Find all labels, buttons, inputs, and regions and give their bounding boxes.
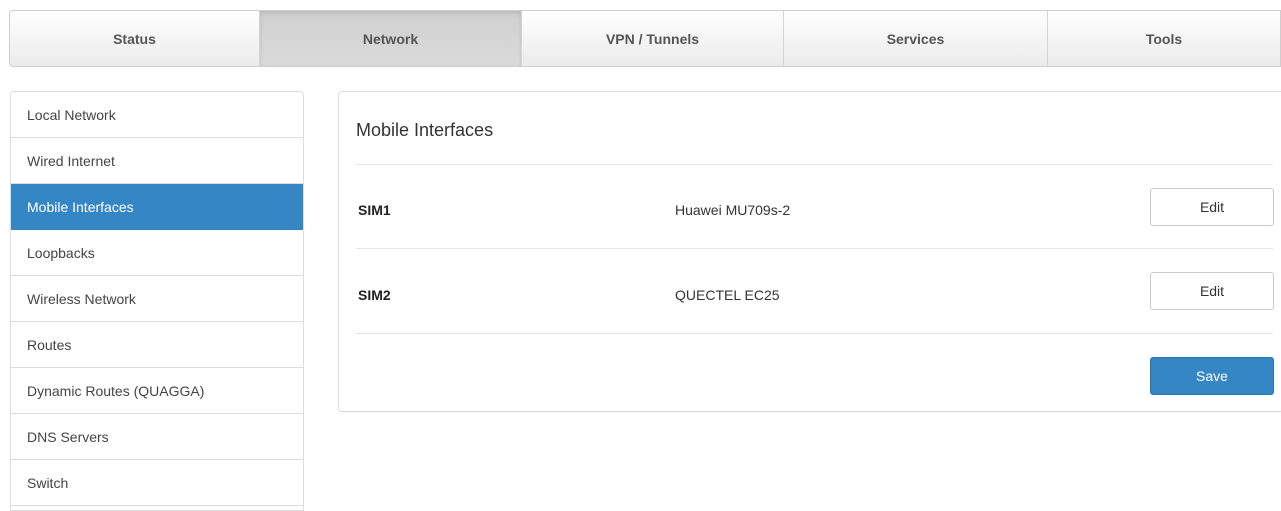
save-button[interactable]: Save	[1150, 357, 1274, 395]
sidebar-item-wireless-network[interactable]: Wireless Network	[11, 276, 303, 322]
tab-status[interactable]: Status	[10, 11, 260, 66]
sidebar-item-dynamic-routes[interactable]: Dynamic Routes (QUAGGA)	[11, 368, 303, 414]
tab-network[interactable]: Network	[260, 11, 522, 66]
divider	[356, 164, 1273, 165]
sidebar-item-dns-servers[interactable]: DNS Servers	[11, 414, 303, 460]
tab-services[interactable]: Services	[784, 11, 1048, 66]
sidebar-item-routes[interactable]: Routes	[11, 322, 303, 368]
sidebar-item-loopbacks[interactable]: Loopbacks	[11, 230, 303, 276]
sim2-modem: QUECTEL EC25	[675, 287, 780, 303]
divider	[356, 248, 1273, 249]
sidebar-item-mobile-interfaces[interactable]: Mobile Interfaces	[11, 184, 303, 230]
sim2-label: SIM2	[358, 287, 391, 303]
sim1-edit-button[interactable]: Edit	[1150, 188, 1274, 226]
sidebar-item-local-network[interactable]: Local Network	[11, 92, 303, 138]
sim1-label: SIM1	[358, 202, 391, 218]
tab-vpn-tunnels[interactable]: VPN / Tunnels	[522, 11, 784, 66]
mobile-interfaces-panel: Mobile Interfaces SIM1 Huawei MU709s-2 E…	[338, 91, 1281, 412]
sidebar-item-wired-internet[interactable]: Wired Internet	[11, 138, 303, 184]
sim1-modem: Huawei MU709s-2	[675, 202, 791, 218]
sidebar-item-switch[interactable]: Switch	[11, 460, 303, 506]
tab-tools[interactable]: Tools	[1048, 11, 1280, 66]
sidebar-menu: Local Network Wired Internet Mobile Inte…	[10, 91, 304, 511]
sim2-edit-button[interactable]: Edit	[1150, 272, 1274, 310]
panel-title: Mobile Interfaces	[356, 120, 494, 140]
top-navigation: Status Network VPN / Tunnels Services To…	[9, 10, 1281, 67]
divider	[356, 333, 1273, 334]
